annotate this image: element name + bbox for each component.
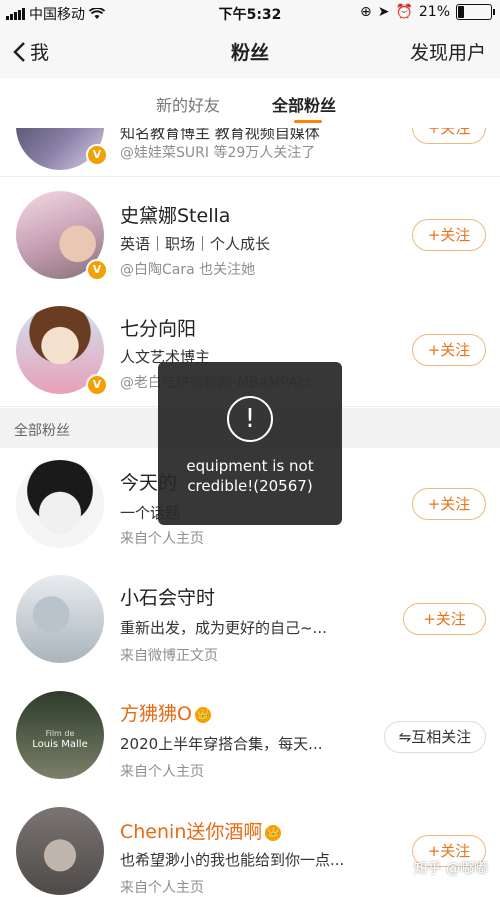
follow-button[interactable]: +关注 (412, 334, 486, 366)
tab-all-fans[interactable]: 全部粉丝 (272, 92, 336, 116)
user-relation: @白陶Cara 也关注她 (120, 262, 256, 278)
verified-badge-icon: V (86, 374, 108, 396)
battery-percent: 21% (418, 4, 450, 20)
user-source: 来自个人主页 (120, 880, 204, 896)
user-name[interactable]: Chenin送你酒啊 👑 (120, 817, 282, 844)
avatar-caption-small: Film de (45, 729, 75, 738)
section-label: 全部粉丝 (14, 423, 70, 439)
crown-badge-icon: 👑 (194, 706, 211, 723)
user-description: 也希望渺小的我也能给到你一点... (120, 851, 345, 869)
user-name[interactable]: 七分向阳 (120, 314, 196, 341)
user-description: 2020上半年穿搭合集，每天... (120, 735, 323, 753)
user-name[interactable]: 方狒狒O 👑 (120, 699, 211, 726)
verified-badge-icon: V (86, 259, 108, 281)
error-toast: ! equipment is not credible!(20567) (158, 362, 342, 525)
user-name[interactable]: 史黛娜Stella (120, 201, 230, 228)
verified-badge-icon: V (86, 144, 108, 166)
tab-new-friends[interactable]: 新的好友 (156, 92, 220, 116)
user-name-text: 方狒狒O (120, 703, 192, 725)
list-item[interactable]: Film de Louis Malle 方狒狒O 👑 2020上半年穿搭合集，每天… (0, 677, 500, 794)
watermark: 知乎 @嘟嘟 (413, 861, 488, 877)
user-relation: @娃娃菜SURI 等29万人关注了 (120, 145, 316, 161)
user-description: 重新出发，成为更好的自己~... (120, 619, 327, 637)
user-source: 来自个人主页 (120, 531, 204, 547)
avatar (16, 460, 104, 548)
user-description: 英语｜职场｜个人成长 (120, 235, 271, 253)
user-name[interactable]: 小石会守时 (120, 583, 215, 610)
user-name-text: Chenin送你酒啊 (120, 821, 263, 843)
avatar (16, 807, 104, 895)
user-source: 来自微博正文页 (120, 648, 218, 664)
user-description: 知名教育博主 教育视频自媒体 (120, 128, 320, 142)
nav-bar: 我 粉丝 发现用户 (0, 26, 500, 78)
list-item[interactable]: V 史黛娜Stella 英语｜职场｜个人成长 @白陶Cara 也关注她 +关注 (0, 177, 500, 293)
follow-button[interactable]: +关注 (412, 128, 486, 144)
orientation-lock-icon: ⊕ (359, 4, 372, 20)
active-tab-indicator (294, 120, 322, 123)
exclamation-icon: ! (227, 396, 273, 442)
mutual-follow-button[interactable]: ⇋互相关注 (384, 721, 486, 753)
list-item[interactable]: V 知名教育博主 教育视频自媒体 @娃娃菜SURI 等29万人关注了 +关注 (0, 128, 500, 177)
crown-badge-icon: 👑 (265, 824, 282, 841)
follow-button[interactable]: +关注 (412, 488, 486, 520)
toast-message: equipment is not credible!(20567) (186, 457, 314, 495)
avatar: Film de Louis Malle (16, 691, 104, 779)
list-item[interactable]: 小石会守时 重新出发，成为更好的自己~... 来自微博正文页 +关注 (0, 561, 500, 678)
discover-users-button[interactable]: 发现用户 (410, 38, 486, 65)
status-bar: 中国移动 下午5:32 ⊕ ➤ ⏰ 21% (0, 0, 500, 26)
tab-bar: 新的好友 全部粉丝 (0, 78, 500, 129)
location-icon: ➤ (377, 4, 390, 20)
alarm-icon: ⏰ (395, 4, 413, 20)
avatar (16, 575, 104, 663)
avatar-caption: Louis Malle (32, 739, 88, 750)
user-source: 来自个人主页 (120, 764, 204, 780)
battery-icon (456, 4, 495, 20)
follow-button[interactable]: +关注 (403, 603, 486, 635)
follow-button[interactable]: +关注 (412, 219, 486, 251)
